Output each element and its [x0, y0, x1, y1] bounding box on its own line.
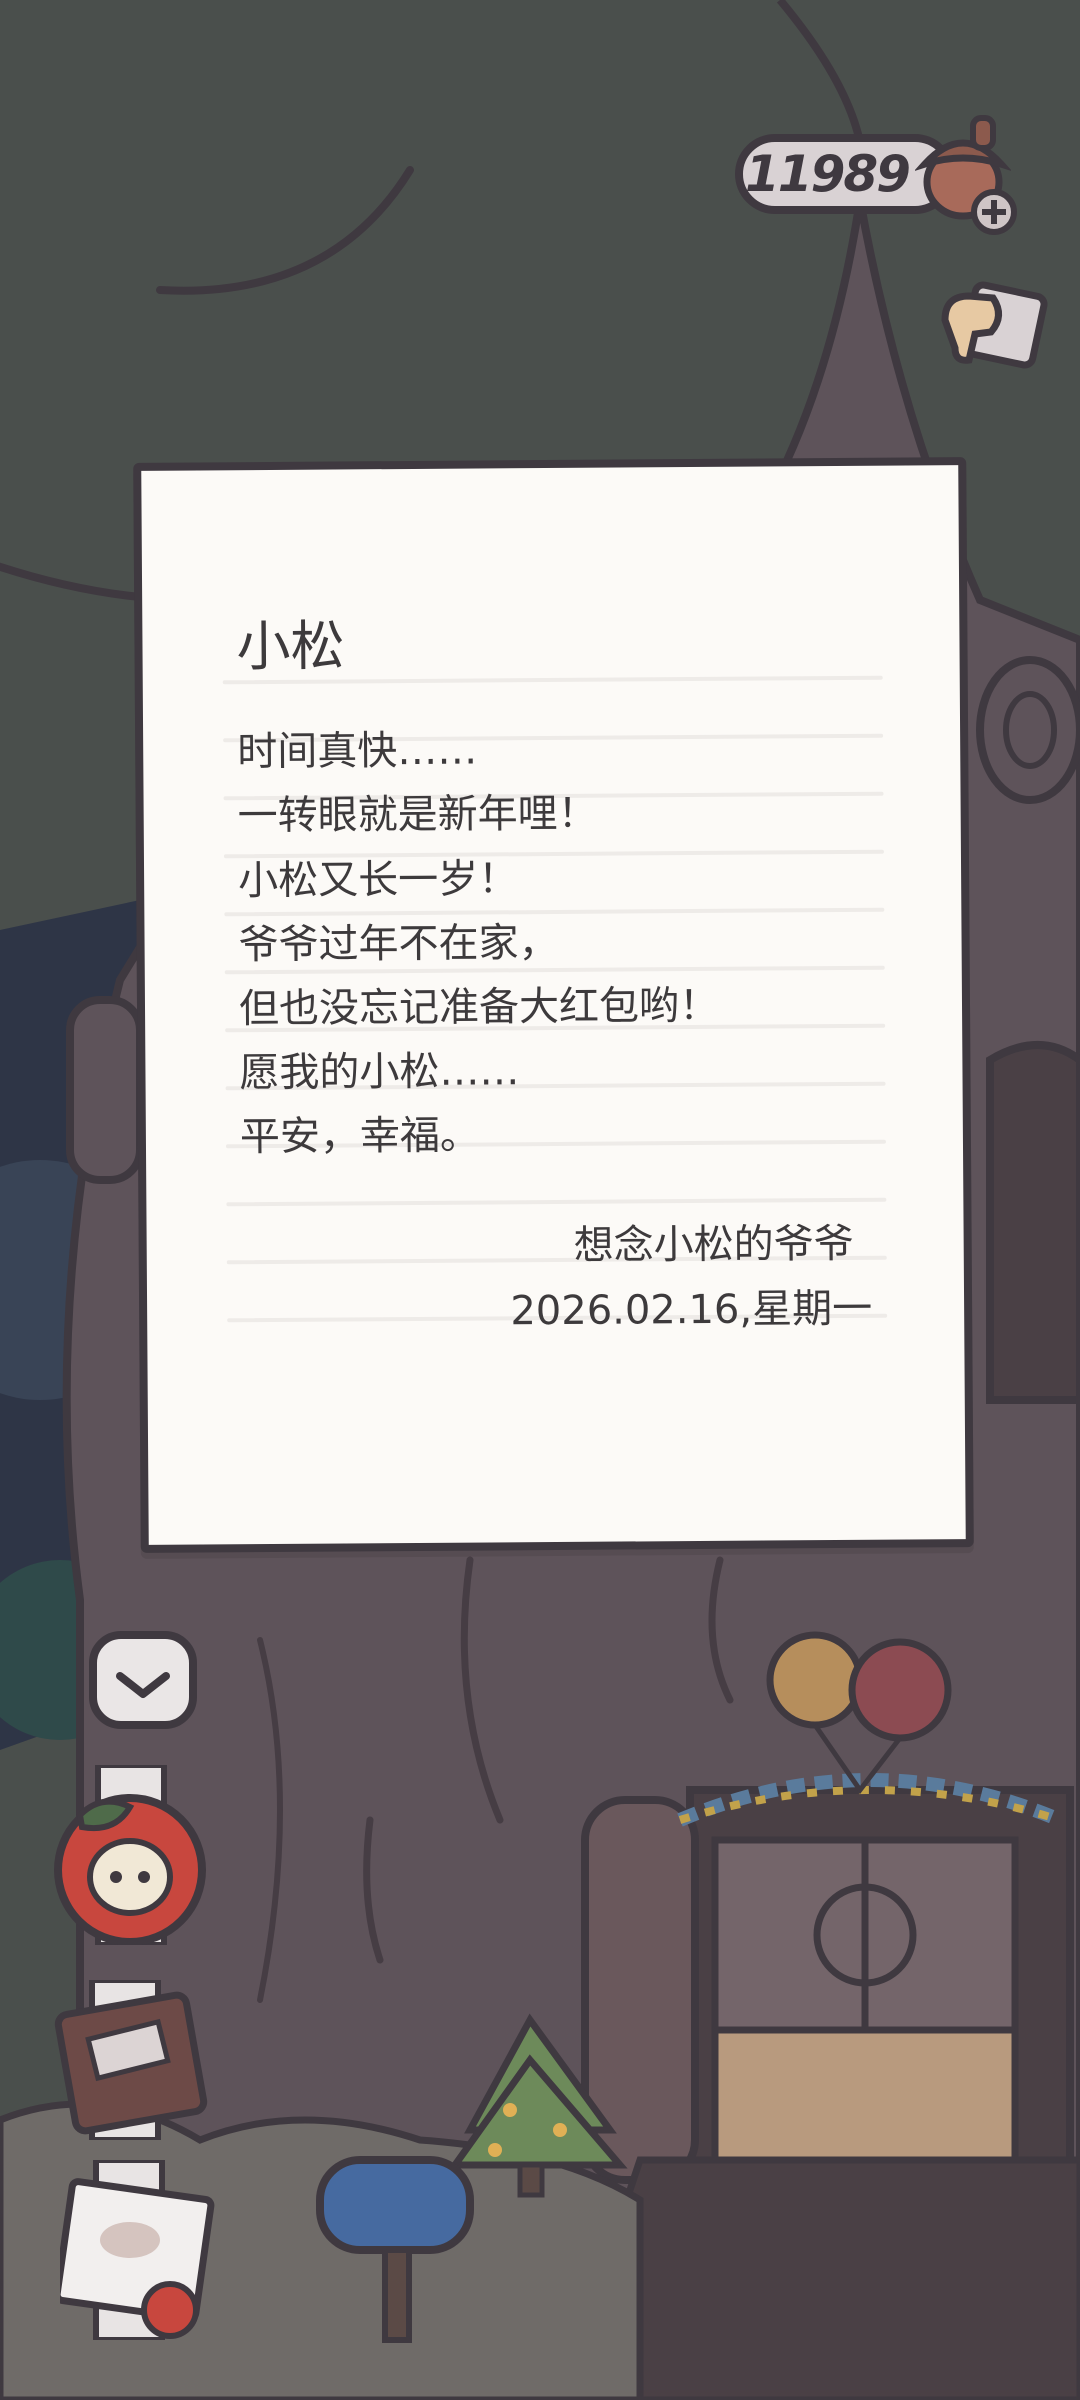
letter-greeting: 小松: [236, 614, 345, 679]
letter-line: 小松又长一岁！: [237, 856, 519, 905]
letter-line: 爷爷过年不在家，: [238, 919, 559, 969]
letter-date: 2026.02.16,星期一: [510, 1285, 873, 1335]
apple-avatar-icon[interactable]: [40, 1765, 220, 1945]
letter-signature: 想念小松的爷爷: [573, 1220, 854, 1269]
acorn-count: 11989: [745, 145, 911, 203]
acorn-counter[interactable]: 11989: [735, 115, 1017, 235]
plus-icon[interactable]: [970, 188, 1018, 236]
game-scene: 11989 小松 时间真快…… 一转眼就是新年哩！ 小松又长一岁！ 爷爷过年不在…: [0, 0, 1080, 2400]
ruled-line: [226, 1197, 887, 1207]
collapse-chevron-icon[interactable]: [88, 1630, 198, 1730]
hint-hand-icon[interactable]: [935, 268, 1055, 388]
letter-line: 但也没忘记准备大红包哟！: [238, 982, 720, 1033]
scroll-icon[interactable]: [60, 2160, 230, 2340]
letter-line: 一转眼就是新年哩！: [237, 790, 598, 840]
notebook-icon[interactable]: [52, 1980, 212, 2140]
letter-line: 愿我的小松……: [239, 1048, 520, 1097]
ruled-line: [224, 907, 885, 917]
letter-paper[interactable]: 小松 时间真快…… 一转眼就是新年哩！ 小松又长一岁！ 爷爷过年不在家， 但也没…: [133, 457, 974, 1553]
letter-line: 平安，幸福。: [239, 1112, 481, 1161]
letter-line: 时间真快……: [237, 727, 478, 776]
